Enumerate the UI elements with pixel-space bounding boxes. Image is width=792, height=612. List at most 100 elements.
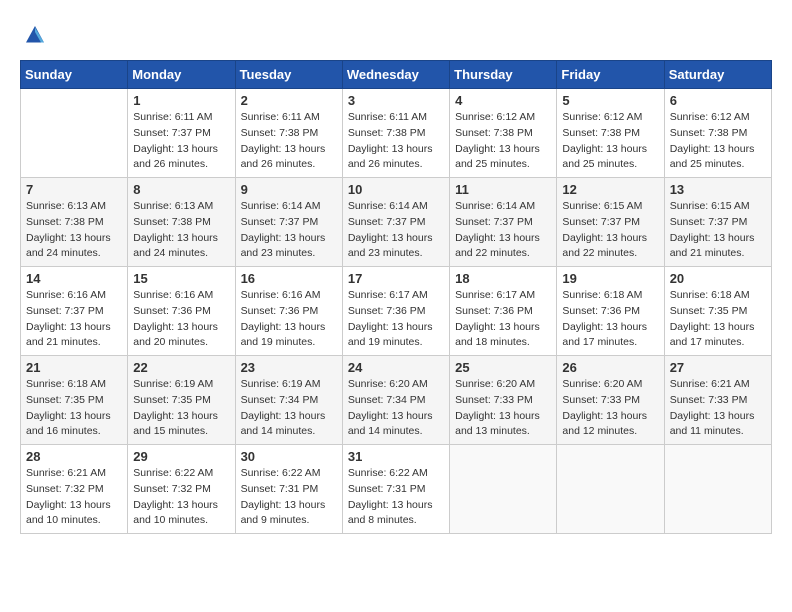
calendar-cell: 11Sunrise: 6:14 AMSunset: 7:37 PMDayligh… [450,178,557,267]
calendar-cell: 15 Sunrise: 6:16 AMSunset: 7:36 PMDayligh… [128,267,235,356]
calendar-cell: 25 Sunrise: 6:20 AMSunset: 7:33 PMDayligh… [450,356,557,445]
calendar-cell: 5Sunrise: 6:12 AMSunset: 7:38 PMDaylight… [557,89,664,178]
calendar-col-thursday: Thursday [450,61,557,89]
day-number: 28 [26,449,122,464]
day-info: Sunrise: 6:14 AMSunset: 7:37 PMDaylight:… [348,199,444,262]
day-info: Sunrise: 6:16 AMSunset: 7:36 PMDaylight:… [241,288,337,351]
calendar-col-saturday: Saturday [664,61,771,89]
calendar-col-wednesday: Wednesday [342,61,449,89]
day-number: 20 [670,271,766,286]
day-info: Sunrise: 6:20 AMSunset: 7:33 PMDaylight:… [562,377,658,440]
day-number: 31 [348,449,444,464]
calendar-cell: 3 Sunrise: 6:11 AMSunset: 7:38 PMDaylight… [342,89,449,178]
logo-icon [20,20,50,50]
day-number: 26 [562,360,658,375]
day-info: Sunrise: 6:16 AMSunset: 7:36 PMDaylight:… [133,288,229,351]
day-number: 12 [562,182,658,197]
calendar-cell: 28 Sunrise: 6:21 AMSunset: 7:32 PMDayligh… [21,445,128,534]
calendar-cell: 9 Sunrise: 6:14 AMSunset: 7:37 PMDaylight… [235,178,342,267]
day-info: Sunrise: 6:12 AMSunset: 7:38 PMDaylight:… [455,110,551,173]
day-number: 14 [26,271,122,286]
day-info: Sunrise: 6:12 AMSunset: 7:38 PMDaylight:… [670,110,766,173]
calendar-week-5: 28 Sunrise: 6:21 AMSunset: 7:32 PMDayligh… [21,445,772,534]
day-info: Sunrise: 6:17 AMSunset: 7:36 PMDaylight:… [455,288,551,351]
day-number: 2 [241,93,337,108]
calendar-cell [664,445,771,534]
day-number: 13 [670,182,766,197]
day-info: Sunrise: 6:20 AMSunset: 7:33 PMDaylight:… [455,377,551,440]
calendar-col-monday: Monday [128,61,235,89]
calendar-cell [21,89,128,178]
calendar-cell: 23 Sunrise: 6:19 AMSunset: 7:34 PMDayligh… [235,356,342,445]
day-info: Sunrise: 6:18 AMSunset: 7:35 PMDaylight:… [26,377,122,440]
day-number: 7 [26,182,122,197]
calendar-week-1: 1 Sunrise: 6:11 AMSunset: 7:37 PMDaylight… [21,89,772,178]
calendar-cell: 30 Sunrise: 6:22 AMSunset: 7:31 PMDayligh… [235,445,342,534]
calendar-cell [557,445,664,534]
day-number: 21 [26,360,122,375]
day-number: 30 [241,449,337,464]
day-number: 15 [133,271,229,286]
day-number: 5 [562,93,658,108]
calendar-cell: 20 Sunrise: 6:18 AMSunset: 7:35 PMDayligh… [664,267,771,356]
calendar-cell: 22Sunrise: 6:19 AMSunset: 7:35 PMDayligh… [128,356,235,445]
calendar-cell: 31Sunrise: 6:22 AMSunset: 7:31 PMDayligh… [342,445,449,534]
calendar-week-3: 14 Sunrise: 6:16 AMSunset: 7:37 PMDayligh… [21,267,772,356]
calendar-cell: 14 Sunrise: 6:16 AMSunset: 7:37 PMDayligh… [21,267,128,356]
calendar-week-2: 7 Sunrise: 6:13 AMSunset: 7:38 PMDaylight… [21,178,772,267]
calendar-cell: 1 Sunrise: 6:11 AMSunset: 7:37 PMDaylight… [128,89,235,178]
calendar-cell: 2 Sunrise: 6:11 AMSunset: 7:38 PMDaylight… [235,89,342,178]
day-info: Sunrise: 6:13 AMSunset: 7:38 PMDaylight:… [26,199,122,262]
calendar-cell: 26 Sunrise: 6:20 AMSunset: 7:33 PMDayligh… [557,356,664,445]
day-number: 16 [241,271,337,286]
calendar-cell: 24 Sunrise: 6:20 AMSunset: 7:34 PMDayligh… [342,356,449,445]
day-info: Sunrise: 6:17 AMSunset: 7:36 PMDaylight:… [348,288,444,351]
day-number: 24 [348,360,444,375]
calendar-cell: 7 Sunrise: 6:13 AMSunset: 7:38 PMDaylight… [21,178,128,267]
day-info: Sunrise: 6:14 AMSunset: 7:37 PMDaylight:… [241,199,337,262]
day-number: 9 [241,182,337,197]
calendar-cell: 17 Sunrise: 6:17 AMSunset: 7:36 PMDayligh… [342,267,449,356]
day-info: Sunrise: 6:20 AMSunset: 7:34 PMDaylight:… [348,377,444,440]
calendar-col-tuesday: Tuesday [235,61,342,89]
page-header [20,20,772,50]
day-number: 17 [348,271,444,286]
day-number: 29 [133,449,229,464]
calendar-week-4: 21 Sunrise: 6:18 AMSunset: 7:35 PMDayligh… [21,356,772,445]
day-info: Sunrise: 6:13 AMSunset: 7:38 PMDaylight:… [133,199,229,262]
calendar-cell: 12Sunrise: 6:15 AMSunset: 7:37 PMDayligh… [557,178,664,267]
day-info: Sunrise: 6:11 AMSunset: 7:38 PMDaylight:… [348,110,444,173]
day-number: 27 [670,360,766,375]
day-info: Sunrise: 6:11 AMSunset: 7:37 PMDaylight:… [133,110,229,173]
calendar-cell: 10Sunrise: 6:14 AMSunset: 7:37 PMDayligh… [342,178,449,267]
calendar-cell [450,445,557,534]
calendar-cell: 13 Sunrise: 6:15 AMSunset: 7:37 PMDayligh… [664,178,771,267]
logo [20,20,54,50]
day-number: 6 [670,93,766,108]
calendar-table: SundayMondayTuesdayWednesdayThursdayFrid… [20,60,772,534]
day-info: Sunrise: 6:19 AMSunset: 7:35 PMDaylight:… [133,377,229,440]
calendar-cell: 18 Sunrise: 6:17 AMSunset: 7:36 PMDayligh… [450,267,557,356]
calendar-cell: 19Sunrise: 6:18 AMSunset: 7:36 PMDayligh… [557,267,664,356]
calendar-cell: 29Sunrise: 6:22 AMSunset: 7:32 PMDayligh… [128,445,235,534]
day-info: Sunrise: 6:19 AMSunset: 7:34 PMDaylight:… [241,377,337,440]
calendar-col-sunday: Sunday [21,61,128,89]
day-number: 3 [348,93,444,108]
day-info: Sunrise: 6:11 AMSunset: 7:38 PMDaylight:… [241,110,337,173]
day-info: Sunrise: 6:21 AMSunset: 7:33 PMDaylight:… [670,377,766,440]
day-number: 18 [455,271,551,286]
day-info: Sunrise: 6:22 AMSunset: 7:31 PMDaylight:… [241,466,337,529]
calendar-cell: 6 Sunrise: 6:12 AMSunset: 7:38 PMDaylight… [664,89,771,178]
calendar-cell: 4 Sunrise: 6:12 AMSunset: 7:38 PMDaylight… [450,89,557,178]
calendar-cell: 16 Sunrise: 6:16 AMSunset: 7:36 PMDayligh… [235,267,342,356]
day-info: Sunrise: 6:16 AMSunset: 7:37 PMDaylight:… [26,288,122,351]
day-info: Sunrise: 6:18 AMSunset: 7:35 PMDaylight:… [670,288,766,351]
day-number: 1 [133,93,229,108]
calendar-cell: 27 Sunrise: 6:21 AMSunset: 7:33 PMDayligh… [664,356,771,445]
day-number: 4 [455,93,551,108]
day-info: Sunrise: 6:18 AMSunset: 7:36 PMDaylight:… [562,288,658,351]
day-number: 23 [241,360,337,375]
day-info: Sunrise: 6:21 AMSunset: 7:32 PMDaylight:… [26,466,122,529]
day-info: Sunrise: 6:15 AMSunset: 7:37 PMDaylight:… [670,199,766,262]
day-number: 25 [455,360,551,375]
